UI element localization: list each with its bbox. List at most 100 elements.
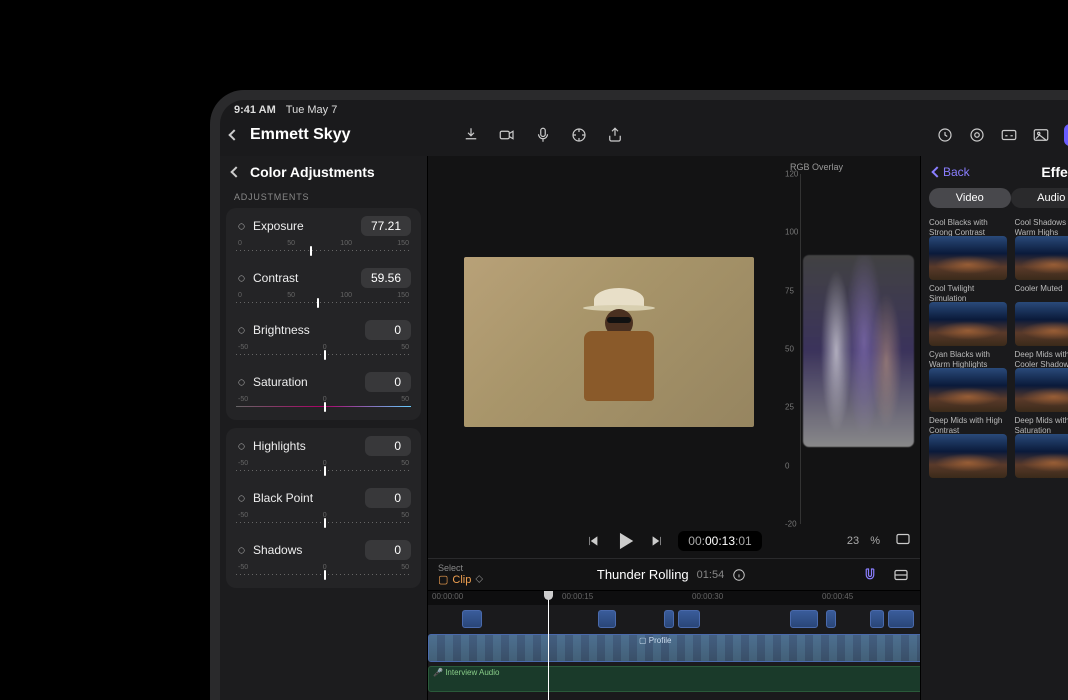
effect-item[interactable]: Cyan Blacks with Warm Highlights <box>929 350 1007 412</box>
effect-item[interactable]: Cool Blacks with Strong Contrast <box>929 218 1007 280</box>
inspector-back-icon[interactable] <box>230 166 241 177</box>
effect-name: Cooler Muted <box>1015 284 1068 302</box>
param-label: Black Point <box>236 491 313 505</box>
timecode-display[interactable]: 00:00:13:01 <box>678 531 761 551</box>
marker-icon[interactable] <box>570 126 588 144</box>
param-slider[interactable]: 050100150 <box>236 240 411 258</box>
inspector-header: Color Adjustments <box>220 156 427 188</box>
param-value[interactable]: 0 <box>365 540 411 560</box>
param-value[interactable]: 0 <box>365 436 411 456</box>
clip-segment[interactable] <box>888 610 914 628</box>
effects-back-button[interactable]: Back <box>933 165 970 179</box>
clip-segment[interactable] <box>678 610 700 628</box>
effect-item[interactable]: Cool Twilight Simulation <box>929 284 1007 346</box>
param-highlights: Highlights 0 -50050 <box>226 428 421 480</box>
tracks: ▢ Profile 🎤 Interview Audio <box>428 607 920 693</box>
primary-clip[interactable]: ▢ Profile <box>428 634 920 662</box>
effect-name: Cool Blacks with Strong Contrast <box>929 218 1007 236</box>
param-value[interactable]: 0 <box>365 320 411 340</box>
share-icon[interactable] <box>606 126 624 144</box>
param-slider[interactable]: -50050 <box>236 512 411 530</box>
effect-name: Cool Twilight Simulation <box>929 284 1007 302</box>
effect-thumbnail <box>1015 302 1068 346</box>
fit-icon[interactable] <box>894 530 912 553</box>
timeline-ruler[interactable]: 00:00:0000:00:1500:00:3000:00:4500:01:00 <box>428 591 920 605</box>
timeline-header: Select ▢ Clip ⬦ Thunder Rolling 01:54 <box>428 558 920 590</box>
transport-bar: 00:00:13:01 23 % <box>428 524 920 558</box>
param-label: Shadows <box>236 543 302 557</box>
toolbar-center <box>363 126 725 144</box>
clip-segment[interactable] <box>664 610 674 628</box>
inspector-title: Color Adjustments <box>250 164 375 180</box>
clip-segment[interactable] <box>462 610 482 628</box>
viewer-area: RGB Overlay 1201007550250-20 <box>428 156 920 524</box>
effect-item[interactable]: Cooler Muted <box>1015 284 1068 346</box>
clip-selector[interactable]: ▢ Clip ⬦ <box>438 573 483 586</box>
import-icon[interactable] <box>462 126 480 144</box>
magnetic-icon[interactable] <box>860 566 880 584</box>
effect-name: Deep Mids with Cooler Shadows <box>1015 350 1068 368</box>
param-value[interactable]: 59.56 <box>361 268 411 288</box>
playhead[interactable] <box>548 591 549 700</box>
scope-label: RGB Overlay <box>786 162 916 174</box>
primary-storyline[interactable]: ▢ Profile <box>428 633 920 663</box>
clip-segment[interactable] <box>870 610 884 628</box>
audio-clip[interactable]: 🎤 Interview Audio <box>428 666 920 692</box>
voiceover-icon[interactable] <box>534 126 552 144</box>
play-icon[interactable] <box>614 530 636 552</box>
param-slider[interactable]: -50050 <box>236 564 411 582</box>
camera-icon[interactable] <box>498 126 516 144</box>
effects-tabs: Video Audio <box>921 188 1068 214</box>
main-area: Color Adjustments ADJUSTMENTS Exposure 7… <box>220 156 1068 700</box>
select-label: Select <box>438 563 483 573</box>
preview-frame <box>464 257 754 427</box>
preview-viewer[interactable] <box>438 160 780 524</box>
zoom-level[interactable]: 23 % <box>847 535 880 547</box>
timeline-duration: 01:54 <box>697 569 725 581</box>
effect-thumbnail <box>929 434 1007 478</box>
param-label: Highlights <box>236 439 306 453</box>
clip-appearance-icon[interactable] <box>892 566 910 584</box>
param-value[interactable]: 0 <box>365 488 411 508</box>
prev-frame-icon[interactable] <box>586 534 600 548</box>
history-icon[interactable] <box>936 126 954 144</box>
effect-item[interactable]: Deep Mids with High Saturation <box>1015 416 1068 478</box>
effect-item[interactable]: Deep Mids with Cooler Shadows <box>1015 350 1068 412</box>
param-contrast: Contrast 59.56 050100150 <box>226 260 421 312</box>
clip-segment[interactable] <box>790 610 818 628</box>
param-slider[interactable]: -50050 <box>236 396 411 414</box>
adjustments-group-1: Exposure 77.21 050100150 Contrast 59.56 … <box>226 208 421 420</box>
next-frame-icon[interactable] <box>650 534 664 548</box>
param-slider[interactable]: -50050 <box>236 344 411 362</box>
param-slider[interactable]: 050100150 <box>236 292 411 310</box>
connected-track[interactable] <box>428 607 920 631</box>
clip-segment[interactable] <box>826 610 836 628</box>
timeline-title: Thunder Rolling <box>597 567 689 582</box>
param-value[interactable]: 77.21 <box>361 216 411 236</box>
effect-name: Cool Shadows with Warm Highs <box>1015 218 1068 236</box>
param-label: Brightness <box>236 323 310 337</box>
back-icon[interactable] <box>228 129 239 140</box>
param-saturation: Saturation 0 -50050 <box>226 364 421 416</box>
scopes-icon[interactable] <box>968 126 986 144</box>
status-bar: 9:41 AM Tue May 7 <box>220 100 1068 120</box>
effect-thumbnail <box>929 236 1007 280</box>
audio-track[interactable]: 🎤 Interview Audio <box>428 665 920 693</box>
tab-audio[interactable]: Audio <box>1011 188 1068 208</box>
clock: 9:41 AM <box>234 104 276 116</box>
param-value[interactable]: 0 <box>365 372 411 392</box>
info-icon[interactable] <box>732 568 746 582</box>
clip-segment[interactable] <box>598 610 616 628</box>
effects-browser-button[interactable] <box>1064 124 1068 146</box>
param-slider[interactable]: -50050 <box>236 460 411 478</box>
effect-thumbnail <box>929 368 1007 412</box>
effect-item[interactable]: Cool Shadows with Warm Highs <box>1015 218 1068 280</box>
timeline[interactable]: 00:00:0000:00:1500:00:3000:00:4500:01:00 <box>428 590 920 700</box>
captions-icon[interactable] <box>1000 126 1018 144</box>
app-window: 9:41 AM Tue May 7 Emmett Skyy Co <box>220 100 1068 700</box>
adjustments-group-2: Highlights 0 -50050 Black Point 0 -50050… <box>226 428 421 588</box>
tab-video[interactable]: Video <box>929 188 1011 208</box>
image-icon[interactable] <box>1032 126 1050 144</box>
effect-item[interactable]: Deep Mids with High Contrast <box>929 416 1007 478</box>
param-label: Contrast <box>236 271 298 285</box>
